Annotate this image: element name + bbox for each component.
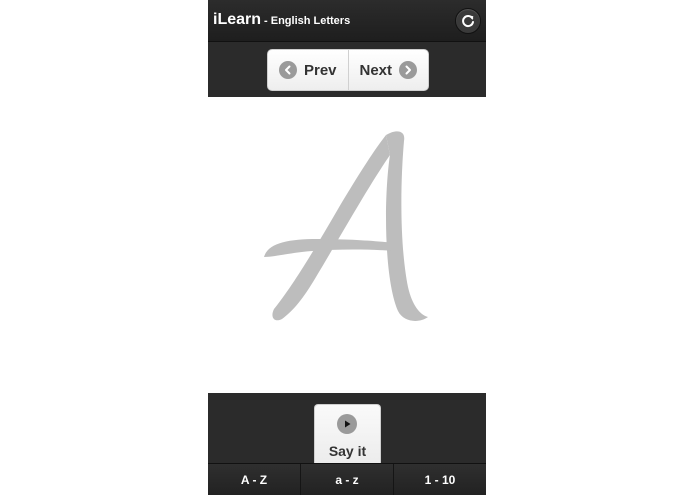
audio-bar: Say it: [208, 393, 486, 464]
nav-toolbar: Prev Next: [208, 42, 486, 98]
letter-display: A: [208, 97, 486, 393]
tab-lowercase[interactable]: a - z: [300, 464, 393, 495]
page-title: iLearn - English Letters: [213, 11, 350, 29]
nav-button-group: Prev Next: [267, 49, 429, 91]
next-label: Next: [359, 61, 392, 79]
app-name: iLearn: [213, 11, 262, 28]
chevron-left-icon: [278, 61, 297, 79]
play-icon: [337, 414, 357, 434]
next-button[interactable]: Next: [347, 50, 429, 90]
tab-uppercase[interactable]: A - Z: [208, 464, 300, 495]
prev-label: Prev: [303, 61, 337, 79]
tab-bar: A - Z a - z 1 - 10: [208, 463, 486, 495]
prev-button[interactable]: Prev: [268, 50, 348, 90]
app-screen: iLearn - English Letters Prev Next A Say…: [208, 0, 486, 495]
letter-stroke: [272, 135, 390, 321]
letter-text: A: [208, 97, 209, 98]
refresh-icon: [462, 15, 474, 28]
refresh-button[interactable]: [455, 8, 481, 34]
tab-numbers[interactable]: 1 - 10: [393, 464, 486, 495]
chevron-right-icon: [399, 61, 417, 79]
say-it-button[interactable]: Say it: [314, 404, 381, 464]
letter-glyph: A: [208, 97, 428, 321]
say-it-label: Say it: [328, 443, 367, 459]
app-subtitle: - English Letters: [264, 15, 351, 27]
letter-stroke: [386, 131, 428, 321]
header-bar: iLearn - English Letters: [208, 0, 486, 42]
